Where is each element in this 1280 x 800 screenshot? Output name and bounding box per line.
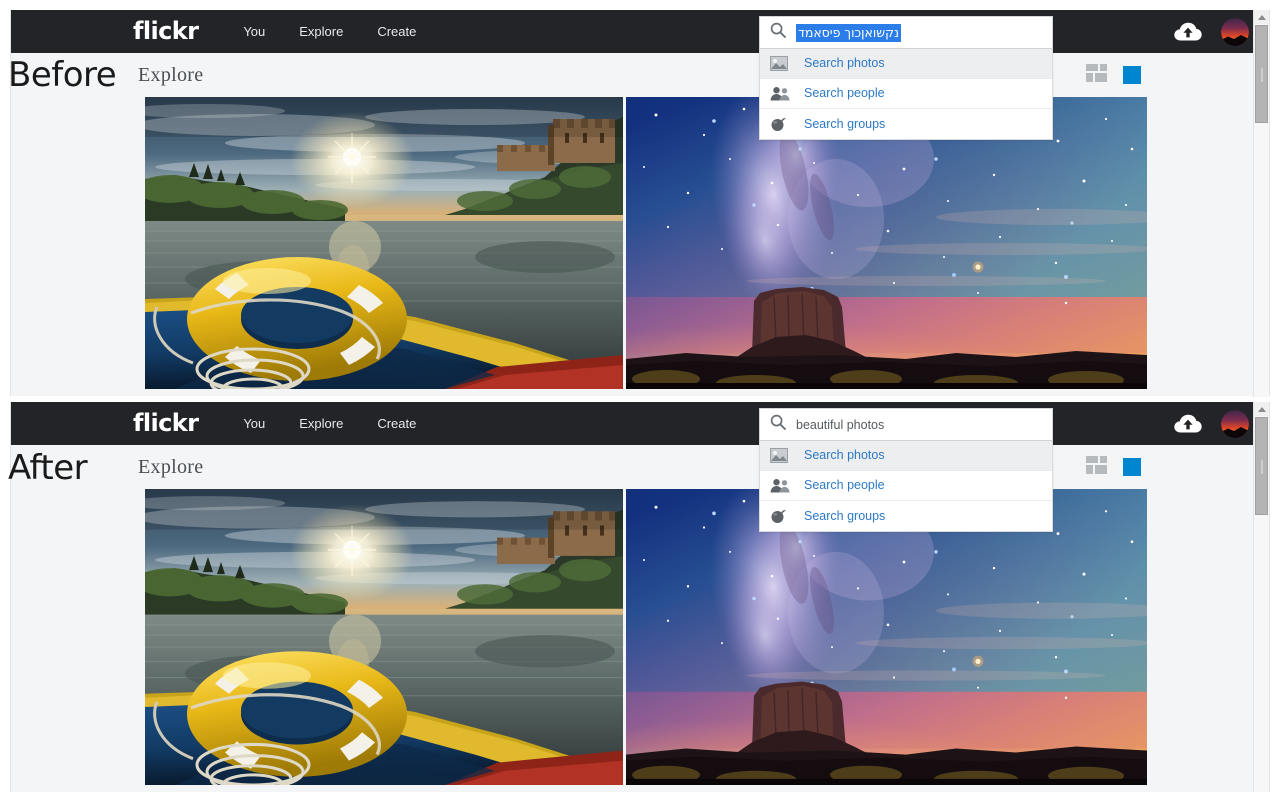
vertical-scrollbar-after[interactable] (1253, 402, 1269, 792)
search-input-value-before: נקשואןכוך פיסאמד (796, 24, 901, 42)
explore-subbar: Explore (11, 53, 1269, 97)
mosaic-view-icon[interactable] (1086, 456, 1107, 479)
search-suggestions-before: Search photos Search people (759, 49, 1053, 140)
nav-link-explore[interactable]: Explore (282, 24, 360, 39)
suggestion-search-groups[interactable]: Search groups (760, 109, 1052, 139)
suggestion-label: Search photos (804, 449, 885, 462)
people-icon (770, 478, 794, 493)
milky-way-mesa-photo[interactable] (626, 489, 1147, 781)
search-input-before[interactable]: נקשואןכוך פיסאמד (759, 16, 1053, 49)
suggestion-search-people[interactable]: Search people (760, 471, 1052, 501)
boat-castle-river-photo[interactable] (145, 489, 623, 781)
flickr-logo[interactable]: flickr (133, 19, 198, 45)
suggestion-label: Search groups (804, 118, 885, 131)
view-toggle-group (1086, 456, 1141, 479)
search-widget-before: נקשואןכוך פיסאמד Search photos (759, 16, 1053, 140)
scroll-up-arrow[interactable] (1254, 10, 1269, 24)
suggestion-label: Search photos (804, 57, 885, 70)
milky-way-mesa-photo[interactable] (626, 97, 1147, 389)
nav-right-actions (1173, 10, 1249, 53)
before-after-comparison: Before flickr You Explore Create (0, 0, 1280, 800)
boat-castle-river-photo[interactable] (145, 97, 623, 389)
nav-links: You Explore Create (226, 24, 433, 39)
suggestion-search-photos[interactable]: Search photos (760, 49, 1052, 79)
browser-panel-after: flickr You Explore Create (10, 402, 1270, 792)
user-avatar[interactable] (1221, 18, 1249, 46)
suggestion-label: Search people (804, 479, 885, 492)
search-input-value-after: beautiful photos (796, 417, 884, 433)
search-widget-after: beautiful photos Search photos (759, 408, 1053, 532)
suggestion-label: Search groups (804, 510, 885, 523)
user-avatar[interactable] (1221, 410, 1249, 438)
grid-view-icon[interactable] (1123, 458, 1141, 476)
suggestion-search-photos[interactable]: Search photos (760, 441, 1052, 471)
bottom-edge (0, 792, 1280, 800)
flickr-top-nav: flickr You Explore Create (11, 10, 1269, 53)
grid-view-icon[interactable] (1123, 66, 1141, 84)
search-icon (770, 414, 786, 435)
page-title: Explore (138, 457, 203, 477)
flickr-logo[interactable]: flickr (133, 411, 198, 437)
nav-link-explore[interactable]: Explore (282, 416, 360, 431)
group-icon (770, 508, 794, 524)
cloud-upload-icon[interactable] (1173, 413, 1203, 435)
photo-grid (11, 97, 1269, 389)
scrollbar-thumb[interactable] (1255, 25, 1268, 123)
search-icon (770, 22, 786, 43)
view-toggle-group (1086, 64, 1141, 87)
after-label: After (8, 451, 87, 485)
search-input-after[interactable]: beautiful photos (759, 408, 1053, 441)
cloud-upload-icon[interactable] (1173, 21, 1203, 43)
suggestion-search-groups[interactable]: Search groups (760, 501, 1052, 531)
nav-link-you[interactable]: You (226, 24, 282, 39)
nav-link-create[interactable]: Create (360, 416, 433, 431)
search-suggestions-after: Search photos Search people (759, 441, 1053, 532)
page-title: Explore (138, 65, 203, 85)
photo-icon (770, 56, 794, 71)
group-icon (770, 116, 794, 132)
nav-link-you[interactable]: You (226, 416, 282, 431)
nav-links: You Explore Create (226, 416, 433, 431)
explore-subbar: Explore (11, 445, 1269, 489)
suggestion-label: Search people (804, 87, 885, 100)
suggestion-search-people[interactable]: Search people (760, 79, 1052, 109)
photo-icon (770, 448, 794, 463)
browser-panel-before: flickr You Explore Create (10, 10, 1270, 397)
flickr-top-nav: flickr You Explore Create (11, 402, 1269, 445)
scroll-up-arrow[interactable] (1254, 402, 1269, 416)
scrollbar-thumb[interactable] (1255, 417, 1268, 515)
before-label: Before (8, 58, 116, 92)
people-icon (770, 86, 794, 101)
mosaic-view-icon[interactable] (1086, 64, 1107, 87)
vertical-scrollbar-before[interactable] (1253, 10, 1269, 397)
nav-link-create[interactable]: Create (360, 24, 433, 39)
nav-right-actions (1173, 402, 1249, 445)
photo-grid (11, 489, 1269, 785)
